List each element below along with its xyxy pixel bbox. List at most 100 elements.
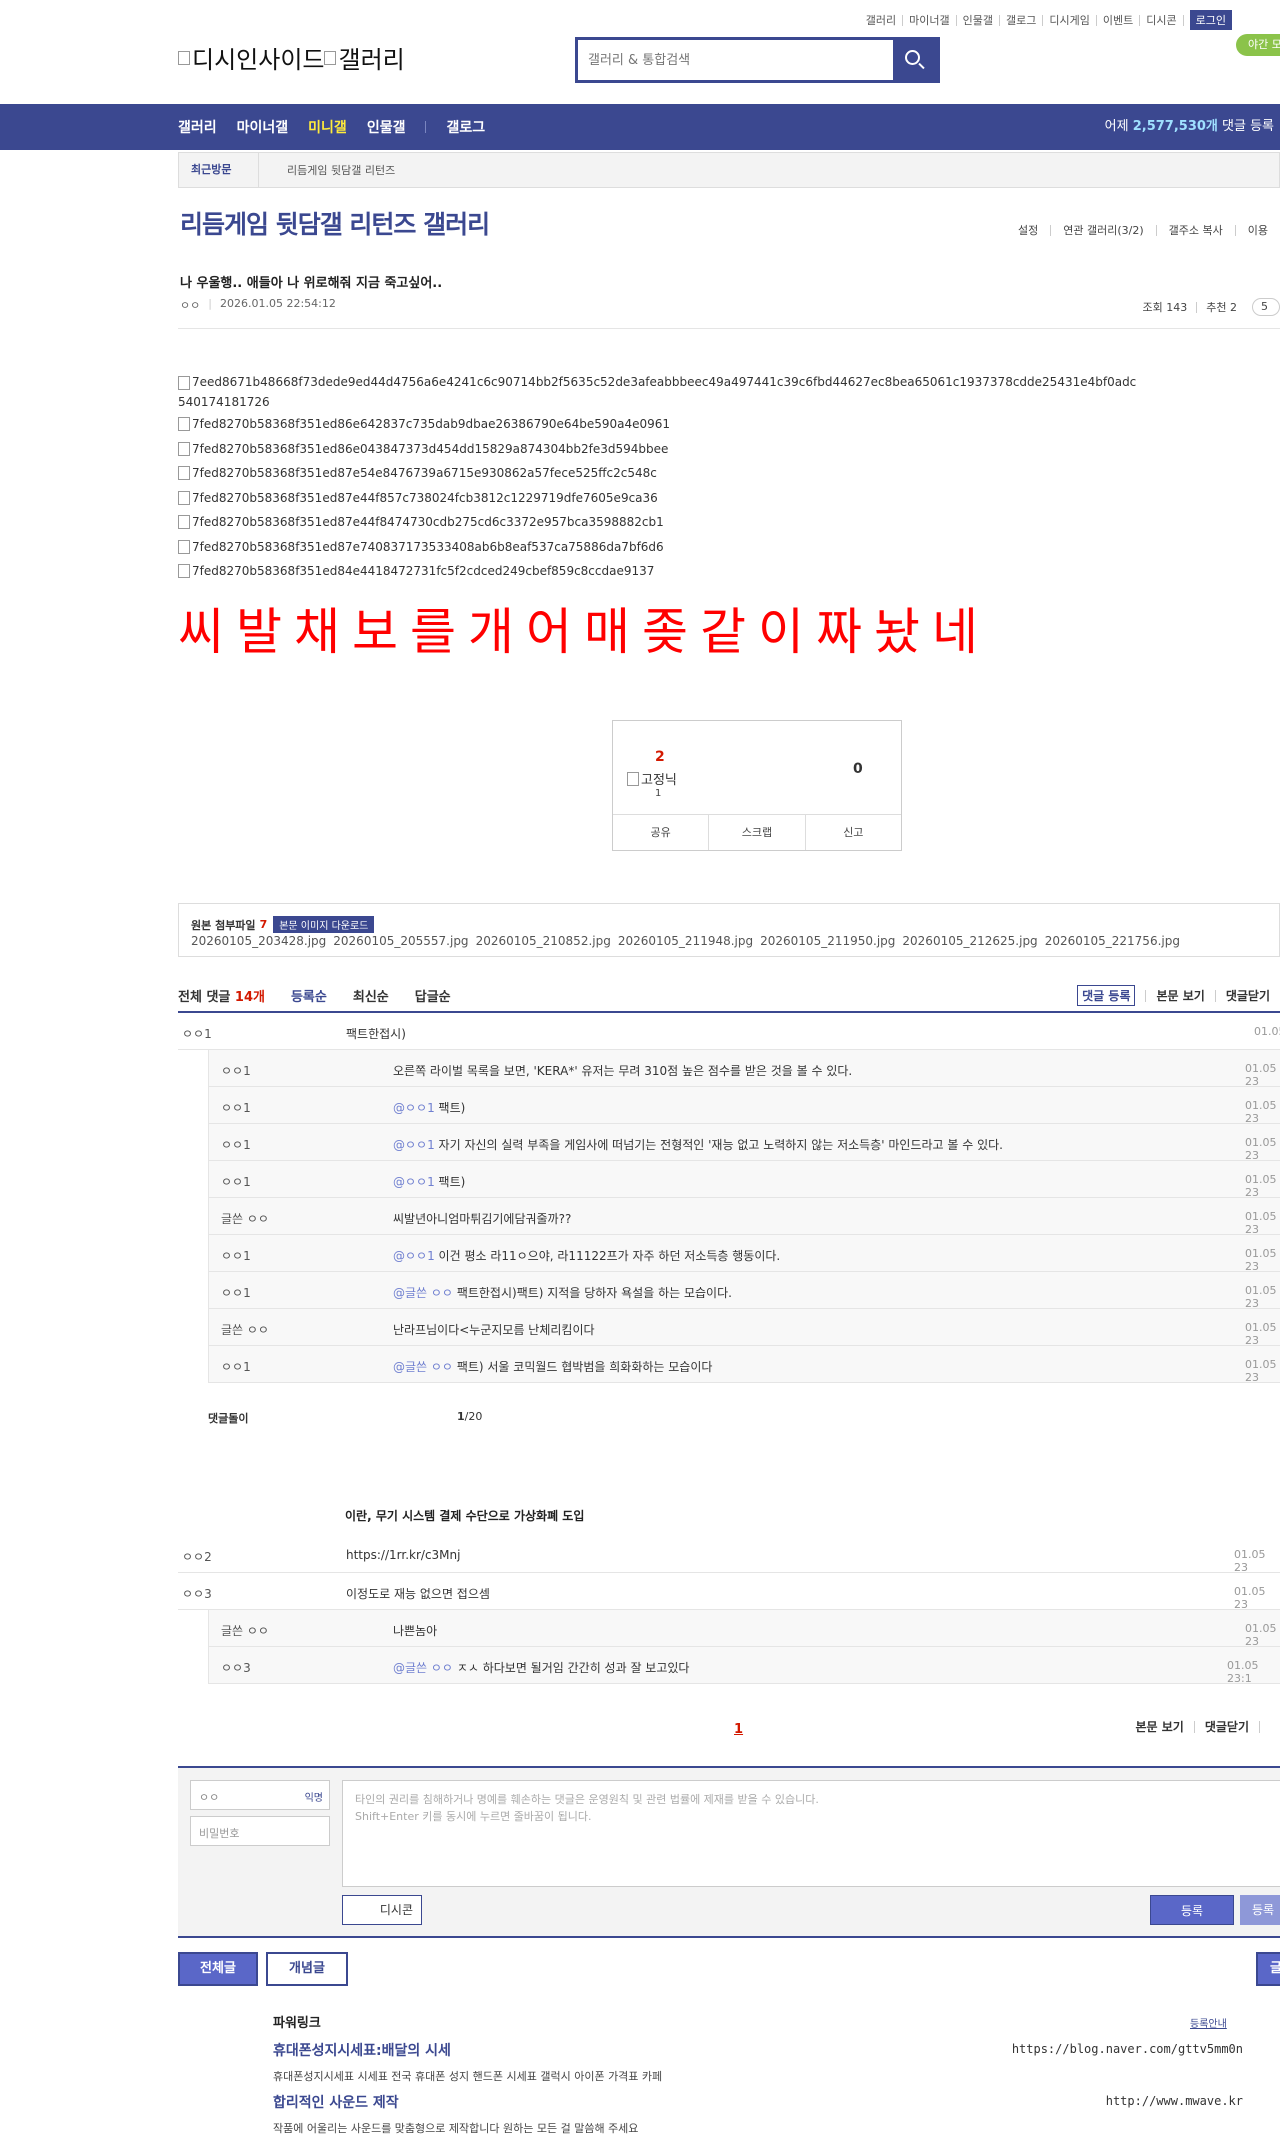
comment-text[interactable]: https://1rr.kr/c3Mnj (346, 1548, 460, 1562)
top-nav-person[interactable]: 인물갤 (957, 14, 1001, 26)
ad-url[interactable]: https://blog.naver.com/gttv5mm0n (1012, 2042, 1243, 2056)
nav-gallog[interactable]: 갤로그 (446, 117, 485, 137)
nav-minor[interactable]: 마이너갤 (237, 117, 289, 137)
recent-visit-item[interactable]: 리듬게임 뒷담갤 리턴즈 (259, 162, 395, 178)
ad-url[interactable]: http://www.mwave.kr (1106, 2094, 1243, 2108)
dccon-button[interactable]: 디시콘 (342, 1895, 422, 1925)
share-button[interactable]: 공유 (613, 815, 708, 850)
comment-mention[interactable]: @글쓴 ㅇㅇ (393, 1360, 453, 1374)
reply-row: 글쓴 ㅇㅇ 난라프님이다<누군지모름 난체리킴이다 01.05 23 (208, 1309, 1280, 1347)
powerlink-register-info[interactable]: 등록안내 (1190, 2015, 1227, 2030)
comment-text: @글쓴 ㅇㅇ 팩트) 서울 코믹월드 협박범을 희화화하는 모습이다 (393, 1360, 713, 1374)
nav-mini[interactable]: 미니갤 (308, 117, 347, 137)
comment-nick[interactable]: ㅇㅇ3 (182, 1585, 212, 1602)
broken-image-icon (178, 441, 190, 456)
comment-mention[interactable]: @글쓴 ㅇㅇ (393, 1661, 453, 1675)
close-comments-button[interactable]: 댓글닫기 (1214, 989, 1280, 1002)
attachment-file[interactable]: 20260105_211948.jpg (618, 934, 753, 948)
night-mode-toggle[interactable]: 야간 모 (1236, 34, 1280, 56)
broken-image-icon (627, 771, 639, 786)
write-post-button[interactable]: 글 (1256, 1952, 1280, 1986)
comment-text: @ㅇㅇ1 팩트) (393, 1101, 466, 1115)
comment-mention[interactable]: @ㅇㅇ1 (393, 1249, 435, 1263)
comment-nick[interactable]: ㅇㅇ1 (221, 1358, 251, 1375)
powerlink-ad[interactable]: 휴대폰성지시세표:배달의 시세 휴대폰성지시세표 시세표 전국 휴대폰 성지 핸… (273, 2040, 1243, 2084)
comment-row: ㅇㅇ3 이정도로 재능 없으면 접으셈 01.05 23 (178, 1573, 1280, 1611)
scrap-button[interactable]: 스크랩 (708, 815, 804, 850)
comment-submit-recommend-button[interactable]: 등록 (1240, 1895, 1280, 1925)
comment-nick[interactable]: ㅇㅇ1 (221, 1062, 251, 1079)
comment-text: 오른쪽 라이벌 목록을 보면, 'KERA*' 유저는 무려 310점 높은 점… (393, 1064, 853, 1078)
recommend-count[interactable]: 2 (655, 749, 665, 765)
ad-title[interactable]: 합리적인 사운드 제작 (273, 2092, 1243, 2112)
nav-gallery[interactable]: 갤러리 (178, 117, 217, 137)
search-button[interactable] (893, 40, 937, 80)
download-images-button[interactable]: 본문 이미지 다운로드 (273, 916, 375, 933)
divider (178, 328, 1280, 329)
powerlink-ad[interactable]: 합리적인 사운드 제작 작품에 어울리는 사운드를 맞춤형으로 제작합니다 원하… (273, 2092, 1243, 2136)
recent-visit-label[interactable]: 최근방문 (179, 152, 259, 188)
view-body-button-bottom[interactable]: 본문 보기 (1125, 1721, 1193, 1733)
site-logo[interactable]: 디시인사이드 갤러리 (178, 40, 405, 75)
top-nav-dcgame[interactable]: 디시게임 (1043, 14, 1097, 26)
comment-textarea[interactable]: 타인의 권리를 침해하거나 명예를 훼손하는 댓글은 운영원칙 및 관련 법률에… (342, 1780, 1280, 1887)
fixed-nick-recommend: 고정닉 (627, 769, 677, 788)
gallery-settings[interactable]: 설정 (1006, 225, 1050, 236)
login-button[interactable]: 로그인 (1189, 10, 1232, 30)
comment-nick[interactable]: ㅇㅇ3 (221, 1659, 251, 1676)
not-recommend-count[interactable]: 0 (853, 761, 863, 777)
fixed-nick-count: 1 (655, 788, 662, 799)
attachment-file[interactable]: 20260105_221756.jpg (1045, 934, 1180, 948)
comment-submit-button[interactable]: 등록 (1150, 1895, 1234, 1925)
top-nav-gallog[interactable]: 갤로그 (1000, 14, 1044, 26)
comment-nick[interactable]: ㅇㅇ1 (221, 1136, 251, 1153)
attachment-file[interactable]: 20260105_203428.jpg (191, 934, 326, 948)
password-field[interactable]: 비밀번호 (190, 1816, 330, 1846)
top-nav-event[interactable]: 이벤트 (1097, 14, 1141, 26)
post-author[interactable]: ㅇㅇ (180, 297, 200, 313)
sort-registered[interactable]: 등록순 (291, 986, 327, 1005)
concept-posts-tab[interactable]: 개념글 (266, 1952, 348, 1986)
close-comments-button-bottom[interactable]: 댓글닫기 (1193, 1721, 1259, 1733)
reply-row: ㅇㅇ1 @ㅇㅇ1 팩트) 01.05 23 (208, 1087, 1280, 1125)
comment-nick[interactable]: 글쓴 ㅇㅇ (221, 1210, 269, 1227)
gallery-usage[interactable]: 이용 (1234, 225, 1280, 236)
comment-bot-pager[interactable]: 1/20 (457, 1410, 482, 1423)
comment-mention[interactable]: @ㅇㅇ1 (393, 1101, 435, 1115)
report-button[interactable]: 신고 (804, 815, 901, 850)
all-posts-tab[interactable]: 전체글 (178, 1952, 258, 1986)
comment-count-badge[interactable]: 5 (1252, 298, 1280, 316)
post-image-list: 7eed8671b48668f73dede9ed44d4756a6e4241c6… (178, 372, 1138, 584)
search-input[interactable] (578, 40, 888, 80)
attachment-file[interactable]: 20260105_205557.jpg (333, 934, 468, 948)
view-body-button[interactable]: 본문 보기 (1145, 989, 1214, 1002)
copy-gallery-url[interactable]: 갤주소 복사 (1155, 225, 1235, 236)
comment-nick[interactable]: ㅇㅇ1 (221, 1099, 251, 1116)
gallery-title[interactable]: 리듬게임 뒷담갤 리턴즈 갤러리 (180, 205, 490, 241)
comment-bot-article-title[interactable]: 이란, 무기 시스템 결제 수단으로 가상화폐 도입 (345, 1507, 584, 1524)
attachment-file[interactable]: 20260105_210852.jpg (476, 934, 611, 948)
attachment-file[interactable]: 20260105_212625.jpg (902, 934, 1037, 948)
top-nav-gallery[interactable]: 갤러리 (860, 14, 904, 26)
attachment-file[interactable]: 20260105_211950.jpg (760, 934, 895, 948)
comment-nick[interactable]: 글쓴 ㅇㅇ (221, 1622, 269, 1639)
nickname-field[interactable]: ㅇㅇ 익명 (190, 1780, 330, 1810)
comment-nick[interactable]: 글쓴 ㅇㅇ (221, 1321, 269, 1338)
comment-mention[interactable]: @ㅇㅇ1 (393, 1175, 435, 1189)
nav-person[interactable]: 인물갤 (367, 117, 406, 137)
comment-register-link[interactable]: 댓글 등록 (1077, 985, 1136, 1006)
top-nav-dccon[interactable]: 디시콘 (1140, 14, 1184, 26)
comment-nick[interactable]: ㅇㅇ1 (221, 1247, 251, 1264)
comment-nick[interactable]: ㅇㅇ1 (182, 1025, 212, 1042)
comment-nick[interactable]: ㅇㅇ1 (221, 1173, 251, 1190)
related-galleries[interactable]: 연관 갤러리(3/2) (1050, 225, 1155, 236)
top-nav-minor[interactable]: 마이너갤 (903, 14, 957, 26)
comment-page-1[interactable]: 1 (734, 1722, 743, 1737)
comment-nick[interactable]: ㅇㅇ1 (221, 1284, 251, 1301)
comment-mention[interactable]: @ㅇㅇ1 (393, 1138, 435, 1152)
logo-gallery-alt: 갤러리 (338, 46, 405, 74)
sort-latest[interactable]: 최신순 (353, 986, 389, 1005)
comment-mention[interactable]: @글쓴 ㅇㅇ (393, 1286, 453, 1300)
comment-nick[interactable]: ㅇㅇ2 (182, 1548, 212, 1565)
sort-replies[interactable]: 답글순 (415, 986, 451, 1005)
